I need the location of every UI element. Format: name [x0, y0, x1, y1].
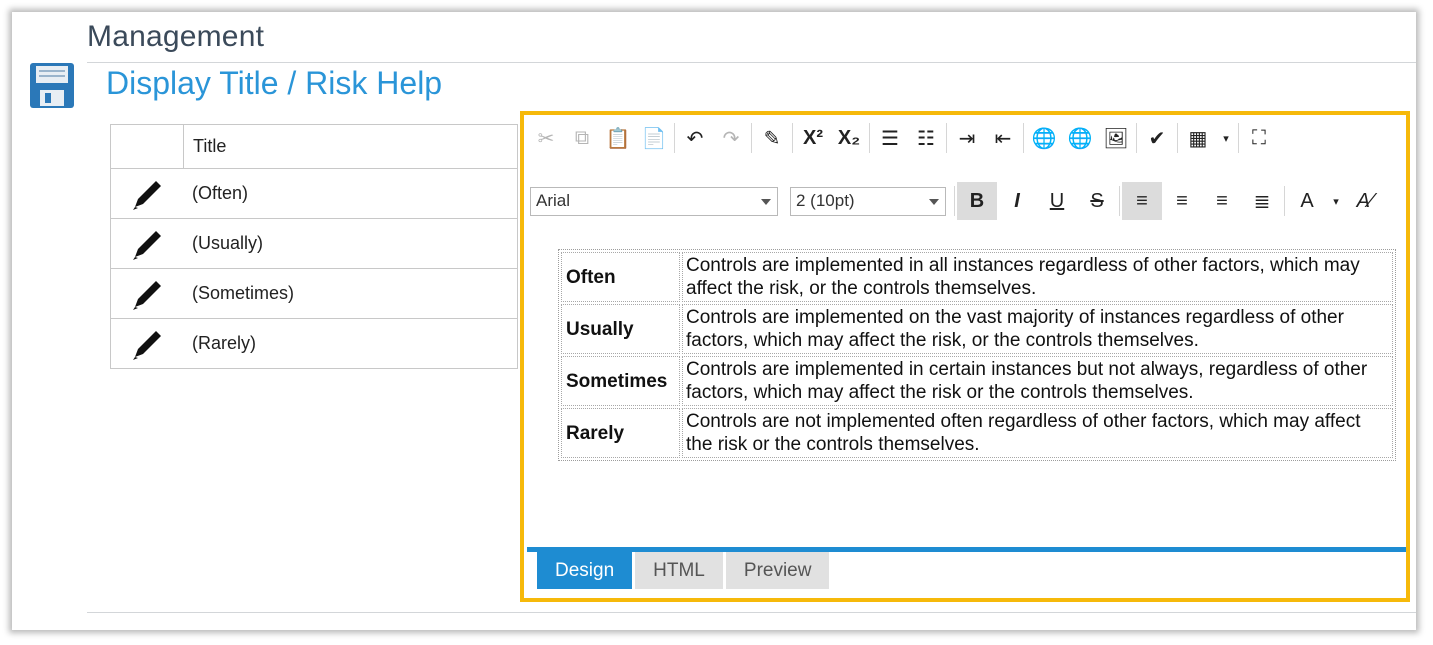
title-list: Title (Often) (Usually) (Sometimes) (Rar… [110, 124, 518, 369]
list-item[interactable]: (Rarely) [111, 319, 517, 369]
section-title: Management [87, 20, 265, 53]
outdent-icon[interactable]: ⇤ [985, 121, 1021, 155]
list-item-label: (Often) [192, 183, 249, 203]
text-color-icon[interactable]: A [1287, 182, 1327, 220]
copy-icon[interactable]: ⧉ [564, 121, 600, 155]
toolbar-separator [751, 123, 752, 153]
toolbar-separator [946, 123, 947, 153]
align-justify-icon[interactable]: ≣ [1242, 182, 1282, 220]
fullscreen-icon[interactable]: ⛶ [1241, 121, 1277, 155]
text-color-dropdown-icon[interactable]: ▾ [1327, 182, 1345, 220]
toolbar-separator [1023, 123, 1024, 153]
numbered-list-icon[interactable]: ☰ [872, 121, 908, 155]
list-item[interactable]: (Sometimes) [111, 269, 517, 319]
table-row: Often Controls are implemented in all in… [561, 252, 1393, 302]
rich-text-editor: ✂ ⧉ 📋 📄 ↶ ↷ ✎ X² X₂ ☰ ☷ ⇥ ⇤ 🌐 🌐 🖼 ✔ ▦ ▾ … [520, 111, 1410, 602]
table-row: Rarely Controls are not implemented ofte… [561, 408, 1393, 458]
paste-from-word-icon[interactable]: 📄 [636, 121, 672, 155]
table-row: Usually Controls are implemented on the … [561, 304, 1393, 354]
toolbar-row-2: Arial 2 (10pt) B I U S ≡ ≡ ≡ ≣ A ▾ A⁄ [524, 181, 1406, 221]
tab-preview[interactable]: Preview [725, 552, 830, 589]
save-icon[interactable] [29, 62, 75, 109]
indent-icon[interactable]: ⇥ [949, 121, 985, 155]
description-cell: Controls are implemented in all instance… [682, 252, 1393, 302]
underline-button[interactable]: U [1037, 182, 1077, 220]
font-size-value: 2 (10pt) [796, 191, 855, 210]
term-cell: Rarely [561, 408, 680, 458]
edit-column-header [111, 125, 184, 168]
content-table[interactable]: Often Controls are implemented in all in… [558, 249, 1396, 461]
subscript-icon[interactable]: X₂ [831, 121, 867, 155]
list-item-label: (Sometimes) [192, 283, 295, 303]
bulleted-list-icon[interactable]: ☷ [908, 121, 944, 155]
term-cell: Usually [561, 304, 680, 354]
toolbar-separator [954, 186, 955, 216]
description-cell: Controls are implemented in certain inst… [682, 356, 1393, 406]
description-cell: Controls are not implemented often regar… [682, 408, 1393, 458]
italic-button[interactable]: I [997, 182, 1037, 220]
pencil-icon[interactable] [127, 274, 167, 314]
editor-mode-tabs: Design HTML Preview [537, 552, 832, 589]
clear-format-icon[interactable]: A⁄ [1345, 182, 1385, 220]
list-item-label: (Usually) [192, 233, 264, 253]
font-name-value: Arial [536, 191, 571, 210]
toolbar-separator [1177, 123, 1178, 153]
pencil-icon[interactable] [127, 174, 167, 214]
term-cell: Sometimes [561, 356, 680, 406]
paste-icon[interactable]: 📋 [600, 121, 636, 155]
toolbar-separator [1284, 186, 1285, 216]
description-cell: Controls are implemented on the vast maj… [682, 304, 1393, 354]
align-center-icon[interactable]: ≡ [1162, 182, 1202, 220]
chevron-down-icon [761, 198, 771, 205]
toolbar-separator [792, 123, 793, 153]
table-dropdown-icon[interactable]: ▾ [1216, 121, 1236, 155]
page-title: Display Title / Risk Help [106, 65, 443, 101]
list-item[interactable]: (Usually) [111, 219, 517, 269]
cut-icon[interactable]: ✂ [528, 121, 564, 155]
font-name-select[interactable]: Arial [530, 186, 778, 216]
pencil-icon[interactable] [127, 324, 167, 364]
list-item[interactable]: (Often) [111, 169, 517, 219]
align-left-icon[interactable]: ≡ [1122, 182, 1162, 220]
align-right-icon[interactable]: ≡ [1202, 182, 1242, 220]
app-frame: Management Display Title / Risk Help Tit… [12, 12, 1416, 630]
title-column-header: Title [193, 136, 227, 156]
superscript-icon[interactable]: X² [795, 121, 831, 155]
bold-button[interactable]: B [957, 182, 997, 220]
format-stripper-icon[interactable]: ✎ [754, 121, 790, 155]
list-item-label: (Rarely) [192, 333, 257, 353]
table-row: Sometimes Controls are implemented in ce… [561, 356, 1393, 406]
pencil-icon[interactable] [127, 224, 167, 264]
list-header: Title [111, 125, 517, 169]
spellcheck-icon[interactable]: ✔ [1139, 121, 1175, 155]
redo-icon[interactable]: ↷ [713, 121, 749, 155]
insert-table-icon[interactable]: ▦ [1180, 121, 1216, 155]
insert-link-icon[interactable]: 🌐 [1026, 121, 1062, 155]
remove-link-icon[interactable]: 🌐 [1062, 121, 1098, 155]
toolbar-separator [1238, 123, 1239, 153]
tab-html[interactable]: HTML [635, 552, 723, 589]
undo-icon[interactable]: ↶ [677, 121, 713, 155]
font-size-select[interactable]: 2 (10pt) [790, 186, 946, 216]
term-cell: Often [561, 252, 680, 302]
tab-design[interactable]: Design [537, 552, 633, 589]
toolbar-separator [869, 123, 870, 153]
insert-image-icon[interactable]: 🖼 [1098, 121, 1134, 155]
divider [87, 62, 1416, 63]
toolbar-separator [1119, 186, 1120, 216]
toolbar-separator [1136, 123, 1137, 153]
divider [87, 612, 1416, 613]
chevron-down-icon [929, 198, 939, 205]
toolbar-separator [674, 123, 675, 153]
toolbar-row-1: ✂ ⧉ 📋 📄 ↶ ↷ ✎ X² X₂ ☰ ☷ ⇥ ⇤ 🌐 🌐 🖼 ✔ ▦ ▾ … [524, 115, 1406, 161]
strikethrough-button[interactable]: S [1077, 182, 1117, 220]
